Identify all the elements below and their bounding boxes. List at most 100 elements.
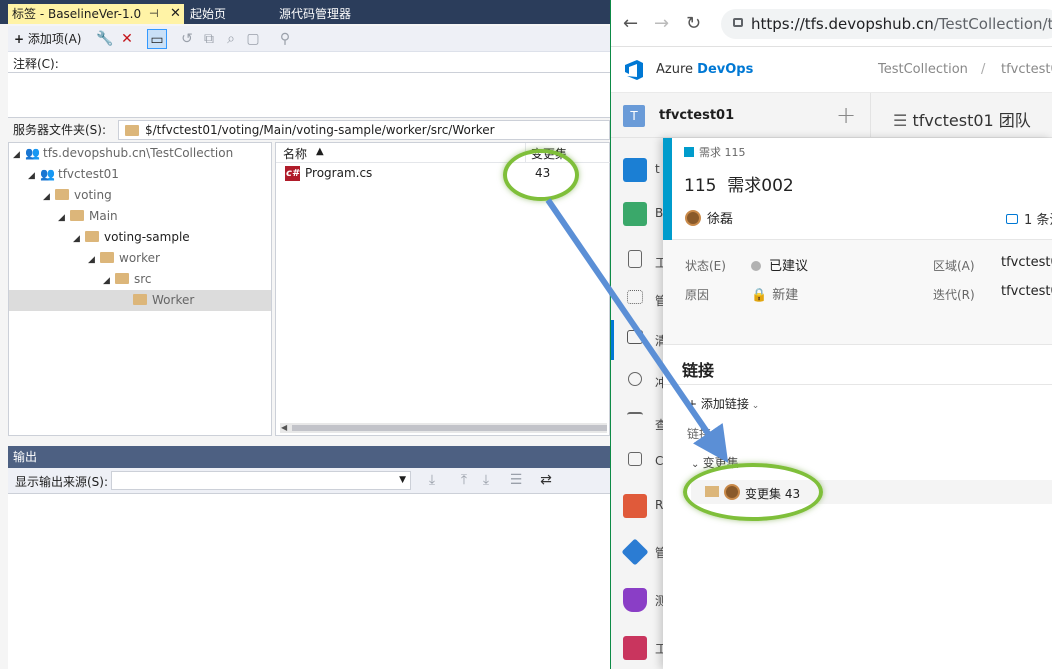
- tree-node-worker-folder[interactable]: Worker: [9, 290, 271, 311]
- word-wrap-icon[interactable]: ⇄: [536, 470, 556, 490]
- vs-tab-bar: 标签 - BaselineVer-1.0 ⊣ ✕ 起始页 源代码管理器: [0, 0, 610, 24]
- work-items-icon[interactable]: [628, 250, 642, 268]
- tab-label: 标签 - BaselineVer-1.0: [12, 7, 142, 21]
- pin-icon[interactable]: ⊣: [149, 4, 159, 24]
- output-text-area[interactable]: [8, 493, 610, 669]
- assigned-to[interactable]: 徐磊: [685, 208, 733, 227]
- note-textarea[interactable]: [8, 72, 610, 118]
- tree-node-voting-sample[interactable]: ◢ voting-sample: [73, 227, 190, 248]
- work-item-header: 需求 115 115 需求002 徐磊 1 条注: [672, 138, 1052, 240]
- pipelines-icon[interactable]: [621, 538, 649, 566]
- tree-node-label: voting-sample: [104, 230, 190, 244]
- state-value: 已建议: [769, 259, 809, 274]
- tab-start-page[interactable]: 起始页: [186, 4, 226, 24]
- highlight-ring-changeset: [503, 149, 579, 201]
- reason-value: 新建: [772, 288, 799, 303]
- tab-label: 起始页: [190, 7, 227, 21]
- tree-node-label: Main: [89, 209, 118, 223]
- tree-node-label: worker: [119, 251, 160, 265]
- scrollbar-thumb[interactable]: [292, 425, 607, 431]
- project-name[interactable]: tfvctest01: [659, 108, 734, 123]
- delivery-plans-icon[interactable]: [628, 452, 642, 466]
- breadcrumb-collection[interactable]: TestCollection: [878, 62, 968, 77]
- tree-node-main[interactable]: ◢ Main: [58, 206, 118, 227]
- output-source-select[interactable]: ▼: [111, 471, 411, 490]
- add-link-button[interactable]: + 添加链接 ⌄: [687, 395, 759, 412]
- artifacts-icon[interactable]: [623, 636, 647, 660]
- tab-source-control-explorer[interactable]: 源代码管理器: [275, 4, 351, 24]
- tree-node-label: Worker: [152, 293, 195, 307]
- boards-grid-icon[interactable]: [627, 290, 643, 304]
- work-item-title[interactable]: 115 需求002: [684, 171, 794, 196]
- add-item-button[interactable]: + 添加项(A): [14, 29, 81, 49]
- reason-label: 原因: [685, 288, 710, 302]
- comments-link[interactable]: 1 条注: [1006, 209, 1052, 228]
- link-type-sort[interactable]: 链接 ↑: [687, 425, 725, 442]
- expand-arrow-icon[interactable]: ◢: [43, 187, 55, 208]
- backlogs-icon[interactable]: [627, 330, 643, 344]
- horizontal-scrollbar[interactable]: ◀: [280, 423, 607, 433]
- lock-icon[interactable]: ⚲: [275, 29, 295, 49]
- back-icon[interactable]: ←: [623, 13, 638, 34]
- expand-arrow-icon[interactable]: ◢: [58, 208, 70, 229]
- add-icon: +: [14, 32, 25, 46]
- overview-icon[interactable]: [623, 158, 647, 182]
- tree-node-collection[interactable]: ◢ 👥 tfs.devopshub.cn\TestCollection: [13, 143, 233, 164]
- new-icon[interactable]: +: [836, 101, 856, 129]
- folder-icon: [133, 294, 147, 305]
- team-selector[interactable]: ☰ tfvctest01 团队: [893, 107, 1031, 131]
- state-field[interactable]: 已建议: [751, 255, 808, 274]
- breadcrumb-project[interactable]: tfvctest0: [1001, 62, 1052, 77]
- work-item-form: 需求 115 115 需求002 徐磊 1 条注 状态(E) 已建议 原因 🔒 新…: [663, 138, 1052, 669]
- area-value[interactable]: tfvctest0: [1001, 255, 1052, 270]
- tree-node-worker[interactable]: ◢ worker: [88, 248, 160, 269]
- sprints-icon[interactable]: [628, 372, 642, 386]
- boards-icon[interactable]: [623, 202, 647, 226]
- repos-icon[interactable]: [623, 494, 647, 518]
- folder-icon: [85, 231, 99, 242]
- goto-message-icon[interactable]: ⤓: [422, 470, 442, 490]
- chevron-down-icon: ⌄: [748, 401, 760, 411]
- delete-icon[interactable]: ✕: [117, 29, 137, 49]
- expand-arrow-icon[interactable]: ◢: [73, 229, 85, 250]
- comment-icon[interactable]: ▭: [147, 29, 167, 49]
- next-message-icon[interactable]: ⤓: [476, 470, 496, 490]
- annotate-icon[interactable]: ▢: [243, 29, 263, 49]
- find-icon[interactable]: ⌕: [221, 29, 241, 49]
- server-folder-path-input[interactable]: $/tfvctest01/voting/Main/voting-sample/w…: [118, 120, 610, 140]
- azure-devops-logo-icon[interactable]: [623, 59, 645, 81]
- output-panel-title: 输出: [8, 446, 610, 468]
- queries-icon[interactable]: [627, 412, 643, 424]
- server-folder-label: 服务器文件夹(S):: [13, 123, 107, 137]
- add-link-label: 添加链接: [700, 397, 749, 411]
- history-icon[interactable]: ↺: [177, 29, 197, 49]
- previous-message-icon[interactable]: ⤒: [454, 470, 474, 490]
- tree-node-voting[interactable]: ◢ voting: [43, 185, 112, 206]
- project-avatar: T: [623, 105, 645, 127]
- expand-arrow-icon[interactable]: ◢: [103, 271, 115, 292]
- forward-icon[interactable]: →: [654, 13, 669, 34]
- close-icon[interactable]: ✕: [170, 4, 181, 24]
- compare-icon[interactable]: ⧉: [199, 29, 219, 49]
- tree-node-project[interactable]: ◢ 👥 tfvctest01: [28, 164, 119, 185]
- clear-all-icon[interactable]: ☰: [506, 470, 526, 490]
- expand-arrow-icon[interactable]: ◢: [88, 250, 100, 271]
- address-bar[interactable]: https://tfs.devopshub.cn/TestCollection/…: [721, 9, 1052, 39]
- reload-icon[interactable]: ↻: [686, 13, 701, 34]
- url-path: /TestCollection/tfvct: [933, 15, 1052, 33]
- requirement-icon: [684, 147, 694, 157]
- expand-arrow-icon[interactable]: ◢: [28, 166, 40, 187]
- wrench-icon[interactable]: 🔧: [95, 29, 115, 49]
- expand-arrow-icon[interactable]: ◢: [13, 145, 25, 166]
- backlog-icon: ☰: [893, 111, 913, 130]
- iteration-value[interactable]: tfvctest0: [1001, 284, 1052, 299]
- tree-node-src[interactable]: ◢ src: [103, 269, 152, 290]
- assigned-to-name: 徐磊: [707, 212, 734, 227]
- reason-field[interactable]: 🔒 新建: [751, 284, 798, 303]
- tab-baseline-label[interactable]: 标签 - BaselineVer-1.0 ⊣ ✕: [8, 4, 184, 24]
- project-bar: T tfvctest01 + ☰ tfvctest01 团队: [611, 93, 1052, 138]
- scroll-left-icon[interactable]: ◀: [281, 423, 287, 432]
- test-plans-icon[interactable]: [623, 588, 647, 612]
- column-header-name[interactable]: 名称: [283, 145, 307, 162]
- ado-brand[interactable]: Azure DevOps: [656, 62, 753, 77]
